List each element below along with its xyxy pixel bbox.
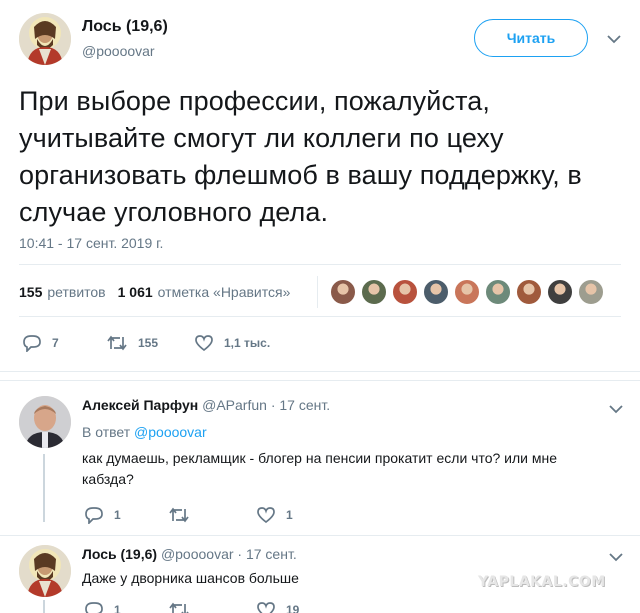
tweet-text: При выборе профессии, пожалуйста, учитыв…	[19, 86, 582, 227]
heart-icon	[256, 506, 286, 524]
reply-count: 1	[114, 508, 121, 522]
tweet-stats: 155 ретвитов 1 061 отметка «Нравится»	[19, 283, 290, 301]
reply-count: 7	[52, 336, 59, 350]
reply-to-prefix: В ответ	[82, 424, 131, 440]
like-action[interactable]: 1	[256, 506, 293, 524]
reply-action[interactable]: 7	[22, 334, 59, 352]
liker-avatar[interactable]	[547, 279, 573, 305]
reply-action[interactable]: 1	[84, 601, 121, 613]
retweet-icon	[168, 506, 200, 524]
liker-avatar[interactable]	[423, 279, 449, 305]
thread-line	[43, 600, 45, 613]
liker-avatar[interactable]	[454, 279, 480, 305]
divider	[0, 371, 640, 372]
reply-header: Лось (19,6) @poooovar · 17 сент.	[82, 546, 297, 562]
liker-avatar[interactable]	[330, 279, 356, 305]
author-handle[interactable]: @poooovar	[82, 43, 155, 59]
reply-to-line: В ответ @poooovar	[82, 424, 207, 440]
reply-text: как думаешь, рекламщик - блогер на пенси…	[82, 450, 558, 487]
liker-avatar[interactable]	[392, 279, 418, 305]
liker-avatar[interactable]	[485, 279, 511, 305]
retweet-action[interactable]: 155	[106, 334, 158, 352]
stats-separator	[317, 276, 318, 308]
chevron-down-icon[interactable]	[607, 34, 621, 44]
reply-text: Даже у дворника шансов больше	[82, 570, 299, 586]
reply-icon	[84, 601, 114, 613]
reply-header: Алексей Парфун @AParfun · 17 сент.	[82, 397, 330, 413]
follow-button[interactable]: Читать	[474, 19, 588, 57]
reply-author-handle[interactable]: @poooovar	[161, 546, 234, 562]
likes-label[interactable]: отметка «Нравится»	[158, 284, 291, 300]
heart-icon	[256, 601, 286, 613]
reply-author-name[interactable]: Лось (19,6)	[82, 546, 157, 562]
chevron-down-icon[interactable]	[609, 552, 623, 562]
reply-action[interactable]: 1	[84, 506, 121, 524]
divider	[0, 380, 640, 381]
tweet-timestamp[interactable]: 10:41 - 17 сент. 2019 г.	[19, 235, 163, 251]
reply-author-avatar[interactable]	[19, 545, 71, 597]
divider	[19, 316, 621, 317]
reply-author-name[interactable]: Алексей Парфун	[82, 397, 198, 413]
reply-count: 1	[114, 603, 121, 613]
liker-avatar[interactable]	[578, 279, 604, 305]
retweets-count[interactable]: 155	[19, 284, 42, 300]
chevron-down-icon[interactable]	[609, 404, 623, 414]
like-count: 1	[286, 508, 293, 522]
retweet-action[interactable]	[168, 506, 200, 524]
reply-date[interactable]: · 17 сент.	[237, 546, 296, 562]
reply-to-mention[interactable]: @poooovar	[134, 424, 207, 440]
retweet-icon	[168, 601, 200, 613]
liker-avatar[interactable]	[516, 279, 542, 305]
likes-count[interactable]: 1 061	[118, 284, 153, 300]
heart-icon	[194, 334, 224, 352]
watermark: YAPLAKAL.COM	[478, 574, 606, 590]
divider	[0, 535, 640, 536]
retweet-action[interactable]	[168, 601, 200, 613]
author-name[interactable]: Лось (19,6)	[82, 18, 168, 36]
retweet-count: 155	[138, 336, 159, 350]
reply-author-avatar[interactable]	[19, 396, 71, 448]
like-action[interactable]: 1,1 тыс.	[194, 334, 270, 352]
divider	[19, 264, 621, 265]
reply-date[interactable]: · 17 сент.	[271, 397, 330, 413]
like-action[interactable]: 19	[256, 601, 299, 613]
like-count: 19	[286, 603, 300, 613]
thread-line	[43, 454, 45, 522]
liker-avatar[interactable]	[361, 279, 387, 305]
reply-icon	[84, 506, 114, 524]
retweets-label[interactable]: ретвитов	[47, 284, 105, 300]
likers-avatars	[330, 279, 609, 305]
author-avatar[interactable]	[19, 13, 71, 65]
like-count: 1,1 тыс.	[224, 336, 271, 350]
reply-author-handle[interactable]: @AParfun	[202, 397, 267, 413]
retweet-icon	[106, 334, 138, 352]
reply-icon	[22, 334, 52, 352]
